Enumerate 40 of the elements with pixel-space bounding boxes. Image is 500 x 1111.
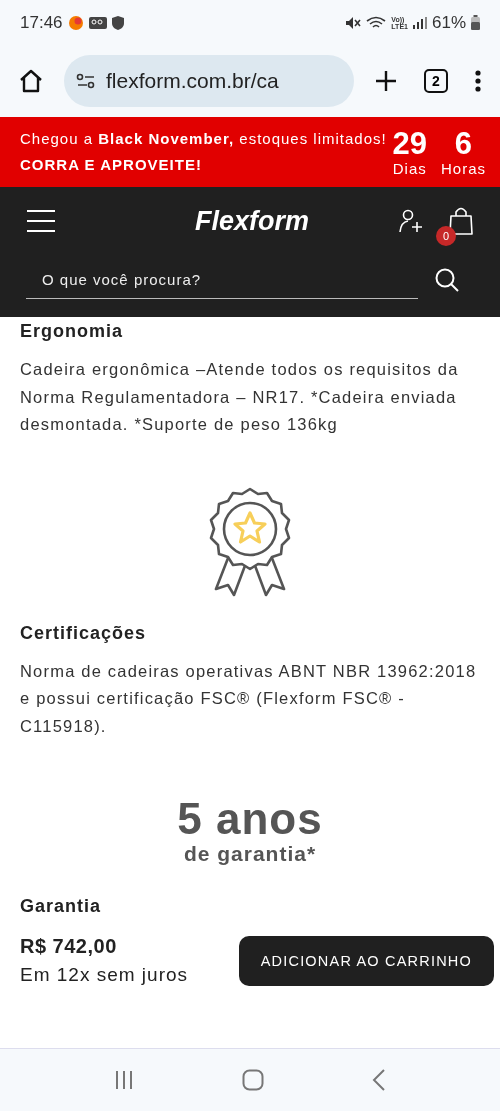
promo-text: Chegou a Black November, estoques limitados! CORRA E APROVEITE! — [20, 129, 388, 175]
address-bar[interactable]: flexform.com.br/ca — [64, 55, 354, 107]
status-time: 17:46 — [20, 12, 63, 33]
installments-text: Em 12x sem juros — [20, 964, 189, 986]
logo[interactable]: Flexform — [80, 205, 374, 237]
new-tab-icon[interactable] — [374, 69, 398, 93]
cart-count-badge: 0 — [436, 226, 456, 246]
battery-icon — [471, 15, 480, 30]
url-text: flexform.com.br/ca — [106, 69, 279, 93]
countdown-unit: Dias — [392, 159, 427, 177]
search-icon[interactable] — [434, 267, 460, 293]
shield-icon — [111, 15, 124, 30]
site-settings-icon[interactable] — [76, 73, 96, 89]
mute-icon — [345, 15, 362, 30]
countdown-value: 29 — [392, 127, 427, 160]
wifi-icon — [366, 15, 387, 30]
menu-icon[interactable] — [26, 209, 56, 233]
add-to-cart-button[interactable]: ADICIONAR AO CARRINHO — [238, 935, 494, 986]
countdown-value: 6 — [454, 127, 473, 160]
search-field[interactable]: O que você procura? — [26, 261, 418, 299]
recent-apps-icon[interactable] — [114, 1070, 134, 1090]
signal-icon — [412, 16, 427, 29]
price: R$ 742,00 — [20, 935, 118, 958]
home-icon[interactable] — [18, 68, 44, 94]
section-text: Norma de cadeiras operativas ABNT NBR 13962:2018 e possui certificação FSC® (Flexform FSC® - C115918). — [20, 660, 478, 737]
warranty-years: 5 anos — [177, 796, 323, 842]
tab-count-button[interactable]: 2 — [424, 69, 448, 93]
countdown-unit: Horas — [441, 159, 486, 177]
battery-percent: 61% — [431, 12, 466, 33]
notification-icon — [67, 14, 84, 31]
add-user-icon[interactable] — [398, 208, 424, 234]
section-heading: Garantia — [20, 896, 103, 917]
voicemail-icon — [88, 15, 107, 30]
shopping-bag-icon[interactable] — [448, 206, 474, 236]
section-text: Cadeira ergonômica –Atende todos os requisitos da Norma Regulamentadora – NR17. *Cadeira enviada desmontada. *Suporte de peso 136kg — [20, 359, 460, 435]
warranty-label: de garantia* — [183, 842, 317, 866]
more-icon[interactable] — [474, 69, 482, 93]
back-icon[interactable] — [372, 1069, 386, 1091]
section-heading: Certificações — [20, 622, 148, 644]
section-heading: Ergonomia — [20, 321, 124, 342]
